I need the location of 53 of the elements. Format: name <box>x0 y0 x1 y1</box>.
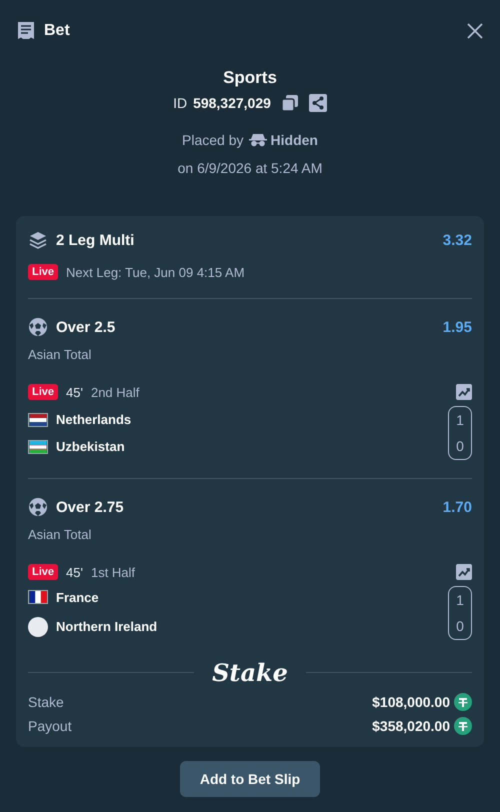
team-name: Netherlands <box>56 412 132 427</box>
total-odds: 3.32 <box>442 232 472 248</box>
brand-logo: Stake <box>212 658 288 687</box>
flag-icon <box>28 440 48 454</box>
team-name: France <box>56 590 99 604</box>
tether-coin-icon <box>454 693 472 711</box>
incognito-icon <box>248 133 267 147</box>
soccer-ball-icon <box>28 497 48 517</box>
selection-odds: 1.95 <box>442 318 472 336</box>
layers-icon <box>28 230 48 250</box>
placed-date: on 6/9/2026 at 5:24 AM <box>178 160 322 176</box>
team-score: 0 <box>456 618 464 634</box>
username: Hidden <box>270 132 318 148</box>
match-period: 1st Half <box>90 564 136 580</box>
next-leg-time: Next Leg: Tue, Jun 09 4:15 AM <box>66 264 245 280</box>
live-badge: Live <box>28 264 58 280</box>
team-score: 1 <box>456 592 464 608</box>
soccer-ball-icon <box>28 317 48 337</box>
stats-icon[interactable] <box>456 564 472 580</box>
tether-coin-icon <box>454 717 472 735</box>
total-label: Stake <box>28 694 65 710</box>
live-badge: Live <box>28 564 58 580</box>
placed-by-label: Placed by <box>182 132 244 148</box>
selection-name: Over 2.5 <box>56 318 116 336</box>
receipt-icon <box>16 21 36 41</box>
flag-icon <box>28 412 48 426</box>
total-amount: $358,020.00 <box>372 718 450 734</box>
bet-id: 598,327,029 <box>193 95 271 111</box>
live-badge: Live <box>28 384 58 400</box>
close-button[interactable] <box>466 22 484 40</box>
team-name: Uzbekistan <box>56 439 125 454</box>
flag-icon <box>28 590 48 604</box>
team-score: 0 <box>456 438 464 454</box>
total-amount: $108,000.00 <box>372 694 450 710</box>
match-minute: 45' <box>66 564 83 580</box>
stats-icon[interactable] <box>456 384 472 400</box>
bet-type: 2 Leg Multi <box>56 232 134 248</box>
market-name: Asian Total <box>28 527 92 542</box>
share-button[interactable] <box>308 94 327 112</box>
bet-category: Sports <box>223 68 277 88</box>
add-to-bet-slip-button[interactable]: Add to Bet Slip <box>180 761 320 797</box>
dialog-title: Bet <box>44 22 71 40</box>
selection-name: Over 2.75 <box>56 498 124 516</box>
selection-odds: 1.70 <box>442 498 472 516</box>
flag-icon <box>28 616 48 636</box>
copy-button[interactable] <box>280 94 299 112</box>
match-period: 2nd Half <box>90 384 140 400</box>
match-minute: 45' <box>66 384 83 400</box>
total-label: Payout <box>28 718 73 734</box>
team-name: Northern Ireland <box>56 619 158 634</box>
team-score: 1 <box>456 412 464 428</box>
id-label: ID <box>173 95 188 111</box>
market-name: Asian Total <box>28 347 92 362</box>
